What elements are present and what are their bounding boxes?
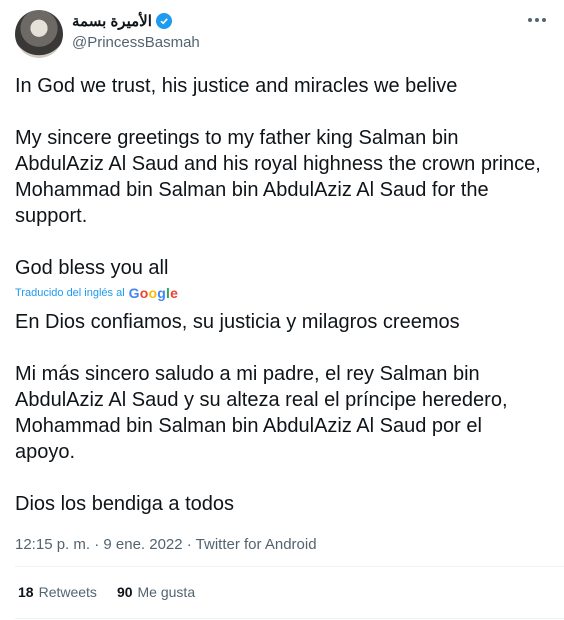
author-display-name[interactable]: الأميرة بسمة xyxy=(72,12,152,30)
verified-badge-icon xyxy=(155,13,172,29)
author-handle[interactable]: @PrincessBasmah xyxy=(72,34,200,51)
google-logo: Google xyxy=(128,285,179,301)
translated-by-label: Traducido del inglés al xyxy=(15,287,125,299)
tweet-header: الأميرة بسمة @PrincessBasmah xyxy=(0,0,564,70)
avatar[interactable] xyxy=(15,10,63,58)
retweets-count: 18 xyxy=(18,584,34,600)
likes-stat[interactable]: 90 Me gusta xyxy=(117,584,195,600)
divider xyxy=(15,566,564,567)
likes-count: 90 xyxy=(116,584,133,600)
likes-label: Me gusta xyxy=(137,584,196,600)
retweets-label: Retweets xyxy=(38,584,97,600)
more-options-icon[interactable] xyxy=(528,18,546,22)
tweet-text: In God we trust, his justice and miracle… xyxy=(15,75,541,279)
tweet-stats: 18 Retweets 90 Me gusta xyxy=(18,584,195,600)
divider xyxy=(15,618,564,619)
tweet-timestamp[interactable]: 12:15 p. m. · 9 ene. 2022 · Twitter for … xyxy=(15,536,317,553)
retweets-stat[interactable]: 18 Retweets xyxy=(18,584,97,600)
tweet-translation: En Dios confiamos, su justicia y milagro… xyxy=(15,311,508,515)
author-name-row[interactable]: الأميرة بسمة xyxy=(72,12,172,30)
translated-by[interactable]: Traducido del inglés al Google xyxy=(15,285,178,301)
